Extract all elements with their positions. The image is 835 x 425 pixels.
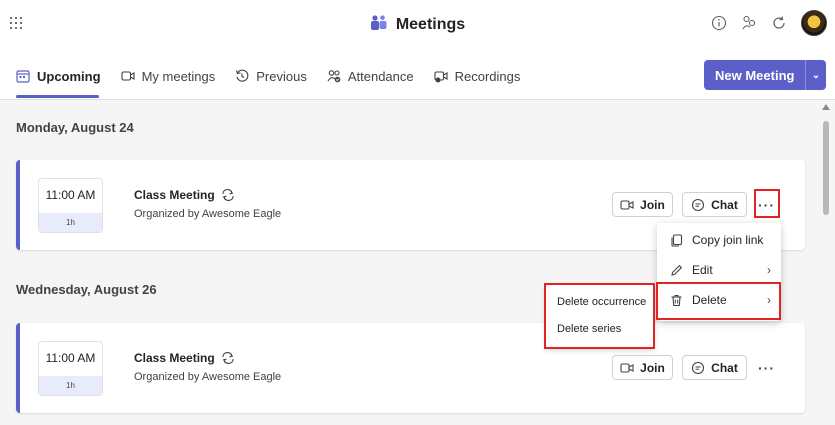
meeting-card[interactable]: 11:00 AM 1h Class Meeting Organized by A… — [16, 323, 805, 413]
scrollbar-thumb[interactable] — [823, 121, 829, 215]
tab-list: Upcoming My meetings Previous Attendance… — [16, 67, 521, 98]
tab-label: Previous — [256, 68, 307, 84]
highlight-delete-item — [656, 282, 781, 320]
video-icon — [620, 199, 634, 210]
chat-label: Chat — [711, 197, 738, 212]
meeting-title-text: Class Meeting — [134, 351, 215, 365]
copy-icon — [671, 233, 683, 247]
new-meeting-label: New Meeting — [715, 67, 795, 83]
tab-label: My meetings — [141, 68, 216, 84]
join-button[interactable]: Join — [612, 192, 673, 217]
app-title: Meetings — [0, 15, 835, 36]
tab-recordings[interactable]: Recordings — [434, 67, 521, 85]
recurring-icon — [222, 352, 234, 364]
tabs-bar: Upcoming My meetings Previous Attendance… — [0, 50, 835, 100]
tab-label: Attendance — [347, 68, 414, 84]
meeting-duration: 1h — [39, 376, 102, 395]
people-check-icon — [327, 70, 341, 83]
tab-label: Upcoming — [37, 68, 101, 84]
title-bar: Meetings — [0, 0, 835, 50]
history-icon — [236, 69, 249, 82]
date-heading: Monday, August 24 — [16, 120, 134, 135]
highlight-delete-submenu — [544, 283, 655, 349]
meetings-app-icon — [370, 15, 388, 36]
share-link-icon[interactable] — [741, 15, 757, 31]
meeting-time-box: 11:00 AM 1h — [38, 341, 103, 396]
chat-button[interactable]: Chat — [682, 355, 747, 380]
menu-item-edit[interactable]: Edit › — [657, 255, 781, 285]
card-accent — [16, 323, 20, 413]
meeting-time: 11:00 AM — [45, 351, 96, 365]
new-meeting-button[interactable]: New Meeting ⌄ — [704, 60, 826, 90]
card-accent — [16, 160, 20, 250]
meeting-organizer: Organized by Awesome Eagle — [134, 208, 282, 220]
chat-icon — [692, 361, 705, 374]
recording-icon — [434, 71, 448, 83]
join-label: Join — [640, 197, 665, 212]
video-icon — [620, 362, 634, 373]
calendar-icon — [16, 70, 30, 83]
chevron-down-icon[interactable]: ⌄ — [806, 70, 826, 81]
meeting-organizer: Organized by Awesome Eagle — [134, 371, 282, 383]
chevron-right-icon: › — [767, 263, 771, 277]
meeting-time: 11:00 AM — [45, 188, 96, 202]
top-actions — [711, 10, 827, 36]
menu-item-label: Edit — [692, 263, 713, 277]
menu-item-copy-join-link[interactable]: Copy join link — [657, 225, 781, 255]
meeting-duration: 1h — [39, 213, 102, 232]
highlight-more-options — [754, 189, 780, 218]
meeting-title[interactable]: Class Meeting — [134, 188, 235, 202]
tab-upcoming[interactable]: Upcoming — [16, 67, 101, 98]
scroll-up-arrow[interactable] — [822, 104, 830, 110]
join-button[interactable]: Join — [612, 355, 673, 380]
more-options-button[interactable]: ··· — [754, 355, 779, 380]
refresh-icon[interactable] — [771, 15, 787, 31]
video-icon — [121, 71, 135, 81]
meeting-title-text: Class Meeting — [134, 188, 215, 202]
date-heading: Wednesday, August 26 — [16, 282, 157, 297]
meeting-title[interactable]: Class Meeting — [134, 351, 235, 365]
chat-label: Chat — [711, 360, 738, 375]
meeting-time-box: 11:00 AM 1h — [38, 178, 103, 233]
chat-icon — [692, 198, 705, 211]
tab-attendance[interactable]: Attendance — [327, 67, 414, 85]
pencil-icon — [671, 264, 683, 276]
tab-my-meetings[interactable]: My meetings — [121, 67, 216, 85]
chat-button[interactable]: Chat — [682, 192, 747, 217]
tab-label: Recordings — [454, 68, 521, 84]
user-avatar[interactable] — [801, 10, 827, 36]
menu-item-label: Copy join link — [692, 233, 764, 247]
join-label: Join — [640, 360, 665, 375]
app-title-text: Meetings — [395, 16, 466, 33]
recurring-icon — [222, 189, 234, 201]
info-icon[interactable] — [711, 15, 727, 31]
tab-previous[interactable]: Previous — [235, 67, 307, 85]
